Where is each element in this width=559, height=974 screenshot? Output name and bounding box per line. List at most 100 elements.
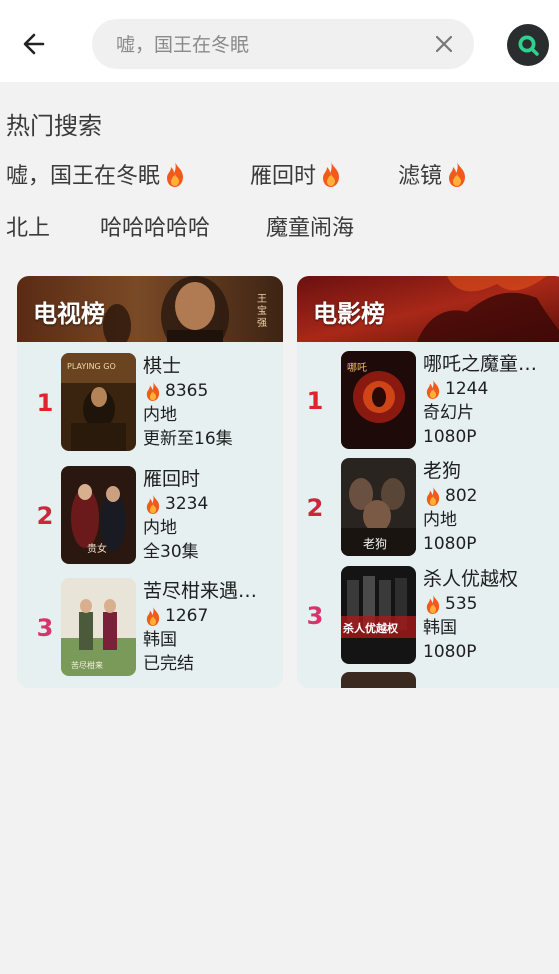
item-info: 雁回时 3234 内地 全30集 xyxy=(143,466,278,564)
poster-image: PLAYING GO xyxy=(61,353,136,451)
heat-row: 1267 xyxy=(143,604,278,628)
hot-term-label: 滤镜 xyxy=(398,164,443,189)
rank-number: 3 xyxy=(306,602,324,630)
svg-text:哪吒: 哪吒 xyxy=(347,362,367,374)
fire-icon xyxy=(426,594,440,614)
heat-row: 8365 xyxy=(143,379,278,403)
tv-ranking-title: 电视榜 xyxy=(33,300,105,328)
hot-term-label: 北上 xyxy=(6,216,51,241)
fire-icon xyxy=(146,494,160,514)
item-title: 杀人优越权 xyxy=(423,568,519,590)
movie-ranking-panel: 电影榜 1 哪吒 哪吒之魔童… 1244 奇幻片 1080P 2 老狗 老狗 8… xyxy=(297,276,559,688)
poster-image xyxy=(341,672,416,688)
item-info: 老狗 802 内地 1080P xyxy=(423,458,558,556)
item-genre: 内地 xyxy=(423,510,457,530)
poster-image: 贵女 xyxy=(61,466,136,564)
hot-term-label: 雁回时 xyxy=(250,164,317,189)
hot-term-2[interactable]: 雁回时 xyxy=(250,158,344,190)
poster-image: 老狗 xyxy=(341,458,416,556)
item-title: 雁回时 xyxy=(143,468,201,490)
poster-image: 哪吒 xyxy=(341,351,416,449)
rank-number: 1 xyxy=(306,387,324,415)
heat-value: 3234 xyxy=(165,494,209,514)
tv-ranking-item-2[interactable]: 2 贵女 雁回时 3234 内地 全30集 xyxy=(17,466,283,570)
search-input[interactable] xyxy=(114,19,418,71)
hot-term-6[interactable]: 魔童闹海 xyxy=(266,210,354,242)
fire-icon xyxy=(146,606,160,626)
heat-value: 802 xyxy=(445,486,478,506)
movie-ranking-title: 电影榜 xyxy=(313,300,385,328)
heat-row: 535 xyxy=(423,592,558,616)
item-status: 更新至16集 xyxy=(143,429,233,449)
clear-search-button[interactable] xyxy=(432,32,456,56)
poster-image: 杀人优越权 xyxy=(341,566,416,664)
item-status: 已完结 xyxy=(143,654,194,674)
item-title: 老狗 xyxy=(423,460,462,482)
fire-icon xyxy=(426,486,440,506)
rank-number: 1 xyxy=(36,389,54,417)
item-region: 内地 xyxy=(143,405,177,425)
hot-term-4[interactable]: 北上 xyxy=(6,210,50,242)
item-info: 苦尽柑来遇… 1267 韩国 已完结 xyxy=(143,578,278,676)
svg-text:王: 王 xyxy=(257,294,267,305)
tv-ranking-panel: 王 宝 强 电视榜 1 PLAYING GO 棋士 8365 内地 更新至16集… xyxy=(17,276,283,688)
rank-number: 3 xyxy=(36,614,54,642)
svg-text:苦尽柑来: 苦尽柑来 xyxy=(71,660,103,670)
tv-ranking-item-1[interactable]: 1 PLAYING GO 棋士 8365 内地 更新至16集 xyxy=(17,353,283,457)
item-title: 苦尽柑来遇… xyxy=(143,580,258,602)
svg-text:贵女: 贵女 xyxy=(87,542,107,555)
fire-icon xyxy=(323,161,340,187)
item-title: 哪吒之魔童… xyxy=(423,353,538,375)
fire-icon xyxy=(426,379,440,399)
heat-value: 1267 xyxy=(165,606,209,626)
hot-term-3[interactable]: 滤镜 xyxy=(398,158,470,190)
close-icon xyxy=(435,35,453,53)
back-button[interactable] xyxy=(14,24,54,64)
rank-number: 2 xyxy=(36,502,54,530)
poster-image: 苦尽柑来 xyxy=(61,578,136,676)
back-arrow-icon xyxy=(23,33,45,55)
search-icon xyxy=(518,35,539,56)
movie-ranking-item-3[interactable]: 3 杀人优越权 杀人优越权 535 韩国 1080P xyxy=(297,566,559,670)
heat-value: 535 xyxy=(445,594,478,614)
item-info: 杀人优越权 535 韩国 1080P xyxy=(423,566,558,664)
movie-ranking-header: 电影榜 xyxy=(297,276,559,342)
top-bar xyxy=(0,0,559,82)
tv-ranking-header: 王 宝 强 电视榜 xyxy=(17,276,283,342)
item-title: 棋士 xyxy=(143,355,182,377)
item-genre: 奇幻片 xyxy=(423,403,474,423)
hot-term-1[interactable]: 嘘，国王在冬眠 xyxy=(6,158,188,190)
heat-row: 802 xyxy=(423,484,558,508)
movie-ranking-item-2[interactable]: 2 老狗 老狗 802 内地 1080P xyxy=(297,458,559,562)
fire-icon xyxy=(449,161,466,187)
hot-term-label: 嘘，国王在冬眠 xyxy=(6,164,161,189)
hot-term-5[interactable]: 哈哈哈哈哈 xyxy=(100,210,210,242)
tv-ranking-item-3[interactable]: 3 苦尽柑来 苦尽柑来遇… 1267 韩国 已完结 xyxy=(17,578,283,682)
hot-search-title: 热门搜索 xyxy=(6,112,102,140)
heat-row: 1244 xyxy=(423,377,558,401)
movie-ranking-item-4-partial[interactable] xyxy=(297,672,559,688)
item-quality: 1080P xyxy=(423,427,477,447)
svg-text:老狗: 老狗 xyxy=(363,537,387,551)
fire-icon xyxy=(167,161,184,187)
item-genre: 韩国 xyxy=(423,618,457,638)
fire-icon xyxy=(146,381,160,401)
hot-term-label: 魔童闹海 xyxy=(266,216,355,241)
movie-ranking-item-1[interactable]: 1 哪吒 哪吒之魔童… 1244 奇幻片 1080P xyxy=(297,351,559,455)
item-quality: 1080P xyxy=(423,534,477,554)
item-quality: 1080P xyxy=(423,642,477,662)
item-status: 全30集 xyxy=(143,542,199,562)
search-box xyxy=(92,19,474,71)
item-info: 棋士 8365 内地 更新至16集 xyxy=(143,353,278,451)
hot-term-label: 哈哈哈哈哈 xyxy=(100,216,211,241)
item-region: 韩国 xyxy=(143,630,177,650)
heat-value: 8365 xyxy=(165,381,209,401)
item-info: 哪吒之魔童… 1244 奇幻片 1080P xyxy=(423,351,558,449)
rank-number: 2 xyxy=(306,494,324,522)
heat-value: 1244 xyxy=(445,379,489,399)
svg-text:强: 强 xyxy=(257,317,267,329)
svg-text:宝: 宝 xyxy=(257,304,267,317)
svg-text:PLAYING GO: PLAYING GO xyxy=(67,362,116,371)
search-button[interactable] xyxy=(507,24,549,66)
heat-row: 3234 xyxy=(143,492,278,516)
